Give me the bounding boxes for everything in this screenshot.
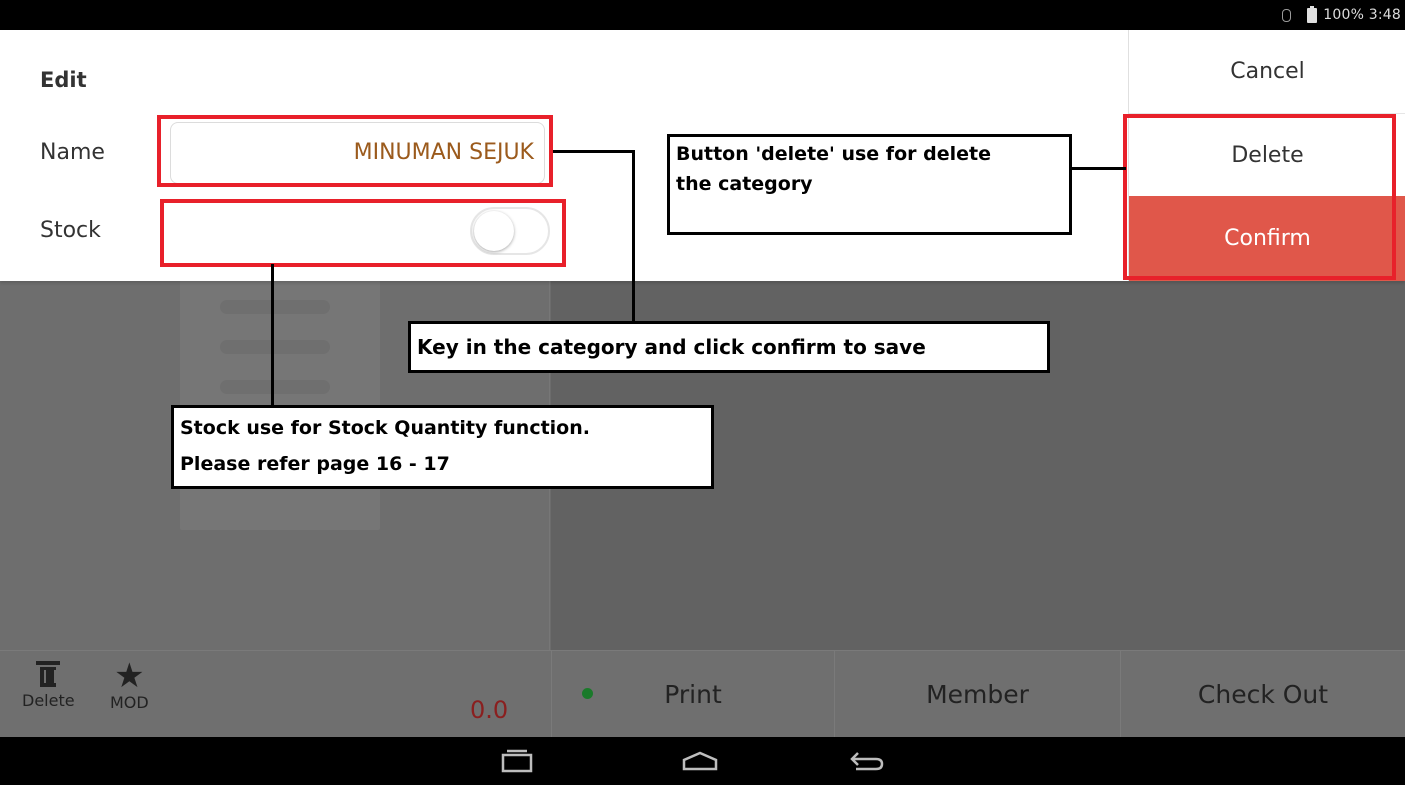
stock-label: Stock — [40, 218, 101, 243]
placeholder-line — [220, 380, 330, 394]
trash-icon — [36, 661, 61, 687]
confirm-callout: Key in the category and click confirm to… — [408, 321, 1050, 373]
star-icon: ★ — [114, 656, 145, 696]
delete-callout-line2: the category — [676, 173, 813, 195]
connector-line — [632, 150, 635, 326]
cancel-label: Cancel — [1230, 59, 1305, 84]
connector-line — [1070, 167, 1126, 170]
member-label: Member — [926, 680, 1029, 709]
battery-icon — [1307, 5, 1318, 23]
delete-tool-label: Delete — [22, 691, 75, 710]
stock-highlight-box — [160, 199, 566, 267]
order-total: 0.0 — [470, 696, 509, 724]
check-out-button[interactable]: Check Out — [1120, 651, 1405, 738]
battery-and-clock: 100% 3:48 — [1323, 7, 1401, 23]
placeholder-line — [220, 340, 330, 354]
status-indicators: 100% 3:48 — [1282, 5, 1401, 25]
print-button[interactable]: Print — [551, 651, 834, 738]
print-label: Print — [664, 680, 722, 709]
status-bar: 100% 3:48 — [0, 0, 1405, 30]
actions-highlight-box — [1123, 114, 1396, 280]
delete-callout-line1: Button 'delete' use for delete — [676, 143, 991, 165]
connector-line — [553, 150, 635, 153]
navigation-bar — [0, 737, 1405, 785]
delete-callout: Button 'delete' use for delete the categ… — [667, 134, 1072, 235]
name-label: Name — [40, 140, 105, 165]
stock-callout-line2: Please refer page 16 - 17 — [180, 453, 450, 475]
check-out-label: Check Out — [1197, 680, 1329, 709]
name-highlight-box — [157, 115, 553, 187]
mod-tool-label: MOD — [110, 693, 149, 712]
cancel-button[interactable]: Cancel — [1129, 30, 1405, 114]
recent-apps-icon[interactable] — [497, 749, 537, 775]
placeholder-line — [220, 300, 330, 314]
confirm-callout-text: Key in the category and click confirm to… — [417, 335, 926, 359]
mod-tool-button[interactable]: ★ MOD — [110, 656, 149, 712]
bottom-toolbar: Delete ★ MOD 0.0 Print Member Check Out — [0, 650, 1405, 738]
panel-title: Edit — [40, 68, 87, 92]
print-status-dot — [582, 688, 593, 699]
stock-callout-line1: Stock use for Stock Quantity function. — [180, 417, 590, 439]
bluetooth-icon — [1282, 8, 1292, 22]
member-button[interactable]: Member — [834, 651, 1120, 738]
stock-callout: Stock use for Stock Quantity function. P… — [171, 405, 714, 489]
delete-tool-button[interactable]: Delete — [22, 661, 75, 710]
connector-line — [271, 264, 274, 410]
back-icon[interactable] — [848, 749, 888, 775]
home-icon[interactable] — [680, 749, 720, 775]
